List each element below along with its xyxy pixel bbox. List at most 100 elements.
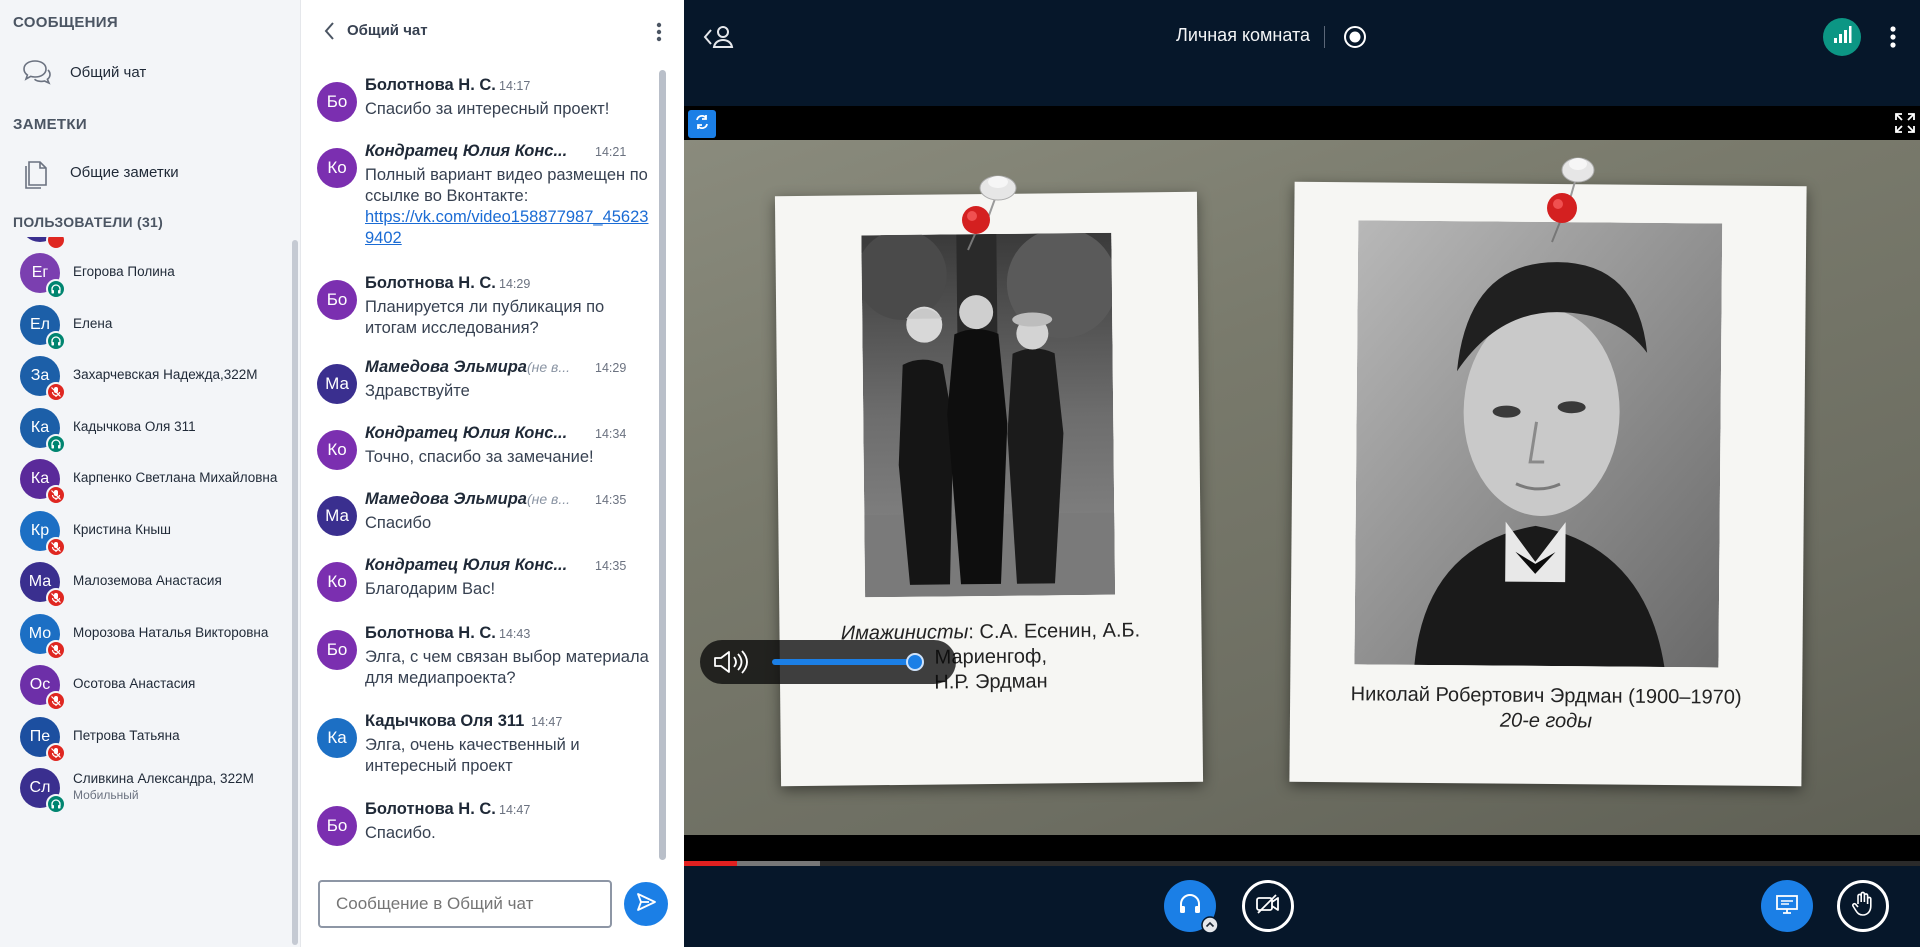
message-author: Болотнова Н. С.	[365, 76, 496, 95]
user-name: Сливкина Александра, 322М	[73, 771, 254, 786]
chevron-left-icon[interactable]	[321, 20, 339, 42]
volume-slider[interactable]	[772, 659, 922, 665]
message-text: Точно, спасибо за замечание!	[365, 447, 655, 468]
user-name: Кристина Кныш	[73, 521, 171, 537]
message-time: 14:29	[499, 277, 531, 291]
avatar: Бо	[317, 630, 357, 670]
app-root: СООБЩЕНИЯ Общий чат ЗАМЕТКИ Общие заметк…	[0, 0, 1920, 947]
message-time: 14:21	[595, 145, 627, 159]
message-text: Благодарим Вас!	[365, 579, 655, 600]
sidebar-item-public-chat[interactable]: Общий чат	[0, 50, 300, 94]
message-body: Элга, очень качественный и интересный пр…	[365, 736, 580, 775]
presentation-toggle-button[interactable]	[1761, 880, 1813, 932]
user-name: Петрова Татьяна	[73, 727, 180, 743]
message-author: Болотнова Н. С.	[365, 624, 496, 643]
message-author-name: Мамедова Эльмира	[365, 490, 527, 508]
document-icon	[20, 156, 54, 190]
message-author-name: Болотнова Н. С.	[365, 76, 496, 94]
share-webcam-button[interactable]	[1242, 880, 1294, 932]
message-list: Бо Болотнова Н. С. 14:17 Спасибо за интерес…	[301, 68, 671, 868]
photo-imaginists	[861, 232, 1116, 598]
headphones-icon	[1177, 891, 1203, 922]
avatar: Ма	[317, 496, 357, 536]
user-list-toggle-icon[interactable]	[702, 22, 736, 52]
more-vertical-icon[interactable]	[1886, 22, 1900, 52]
message-text: Элга, с чем связан выбор материала для м…	[365, 647, 655, 689]
message-text: Элга, очень качественный и интересный пр…	[365, 735, 655, 777]
user-device-label: Мобильный	[73, 788, 139, 802]
message-author: Мамедова Эльмира(не в...	[365, 490, 570, 509]
record-icon[interactable]	[1342, 24, 1368, 50]
notes-section-title: ЗАМЕТКИ	[13, 116, 87, 133]
user-name: Захарчевская Надежда,322М	[73, 367, 258, 382]
message-text: Спасибо за интересный проект!	[365, 99, 655, 120]
user-name: Кадычкова Оля 311	[73, 418, 196, 434]
swap-layout-button[interactable]	[688, 110, 716, 138]
message-time: 14:17	[499, 79, 531, 93]
action-bar	[684, 866, 1920, 947]
user-name: Морозова Наталья Викторовна	[73, 624, 269, 640]
message-time: 14:35	[595, 559, 627, 573]
sidebar-scrollbar[interactable]	[292, 240, 298, 945]
message-author-name: Кондратец Юлия Конс...	[365, 556, 568, 574]
user-name: Осотова Анастасия	[73, 676, 196, 691]
message-text: Спасибо	[365, 513, 655, 534]
room-title: Личная комната	[1176, 25, 1311, 45]
caption-right-line2: 20-е годы	[1499, 709, 1593, 733]
message-author-status: (не в...	[526, 359, 570, 375]
external-video-player[interactable]: Имажинисты: С.А. Есенин, А.Б. Мариенгоф,…	[684, 106, 1920, 866]
message-author: Мамедова Эльмира(не в...	[365, 358, 570, 377]
message-time: 14:47	[531, 715, 563, 729]
user-name: Егорова Полина	[73, 264, 175, 279]
avatar: Бо	[317, 806, 357, 846]
chat-panel: Общий чат Бо Болотнова Н. С. 14:17 Спасибо …	[300, 0, 684, 947]
chat-header: Общий чат	[301, 0, 685, 60]
volume-slider-handle[interactable]	[905, 653, 924, 671]
message-author: Кондратец Юлия Конс...	[365, 142, 567, 161]
raise-hand-button[interactable]	[1837, 880, 1889, 932]
message-author-name: Болотнова Н. С.	[365, 624, 496, 642]
headphones-icon	[46, 433, 66, 454]
sidebar: СООБЩЕНИЯ Общий чат ЗАМЕТКИ Общие заметк…	[0, 0, 300, 947]
message-author-name: Болотнова Н. С.	[365, 800, 496, 818]
connection-status-button[interactable]	[1823, 18, 1861, 56]
message-body: Здравствуйте	[365, 382, 470, 400]
message-author-name: Кондратец Юлия Конс...	[365, 424, 568, 442]
send-button[interactable]	[624, 882, 668, 926]
microphone-muted-icon	[46, 588, 66, 608]
message-time: 14:47	[499, 803, 531, 817]
fullscreen-icon[interactable]	[1894, 112, 1916, 134]
top-bar: Личная комната	[684, 0, 1920, 106]
message-author-status: (не в...	[526, 491, 570, 507]
message-body: Благодарим Вас!	[365, 580, 496, 598]
microphone-muted-icon	[46, 691, 66, 711]
volume-control	[700, 640, 956, 684]
pushpin-icon	[962, 175, 1017, 251]
message-time: 14:35	[595, 493, 627, 507]
avatar: Бо	[317, 82, 357, 122]
caption-right: Николай Робертович Эрдман (1900–1970) 20…	[1300, 682, 1792, 736]
volume-icon[interactable]	[712, 649, 752, 675]
user-list-item[interactable]: Сл Сливкина Александра, 322М Мобильный	[0, 768, 296, 830]
message-text: Полный вариант видео размещен по ссылке …	[365, 165, 655, 249]
message-text: Спасибо.	[365, 823, 655, 844]
main-area: Личная комната Имажинисты: С.А. Есенин, …	[684, 0, 1920, 947]
avatar: Ко	[317, 148, 357, 188]
message-time: 14:29	[595, 361, 627, 375]
more-vertical-icon[interactable]	[651, 20, 667, 44]
message-author-name: Кондратец Юлия Конс...	[365, 142, 568, 160]
message-author-name: Кадычкова Оля 311	[365, 712, 525, 730]
chat-scrollbar[interactable]	[659, 70, 666, 860]
audio-settings-caret-icon[interactable]	[1201, 916, 1219, 939]
pushpin-icon	[1547, 157, 1595, 243]
sidebar-item-shared-notes[interactable]: Общие заметки	[0, 150, 300, 194]
slide-card-left: Имажинисты: С.А. Есенин, А.Б. Мариенгоф,…	[774, 191, 1204, 787]
photo-erdman	[1354, 220, 1723, 668]
message-body: Спасибо.	[365, 824, 436, 842]
message-link[interactable]: https://vk.com/video158877987_456239402	[365, 208, 648, 247]
message-text: Здравствуйте	[365, 381, 655, 402]
message-author: Болотнова Н. С.	[365, 274, 496, 293]
message-author: Кондратец Юлия Конс...	[365, 556, 567, 575]
message-text: Планируется ли публикация по итогам иссл…	[365, 297, 655, 339]
chat-message-input[interactable]	[318, 880, 612, 928]
